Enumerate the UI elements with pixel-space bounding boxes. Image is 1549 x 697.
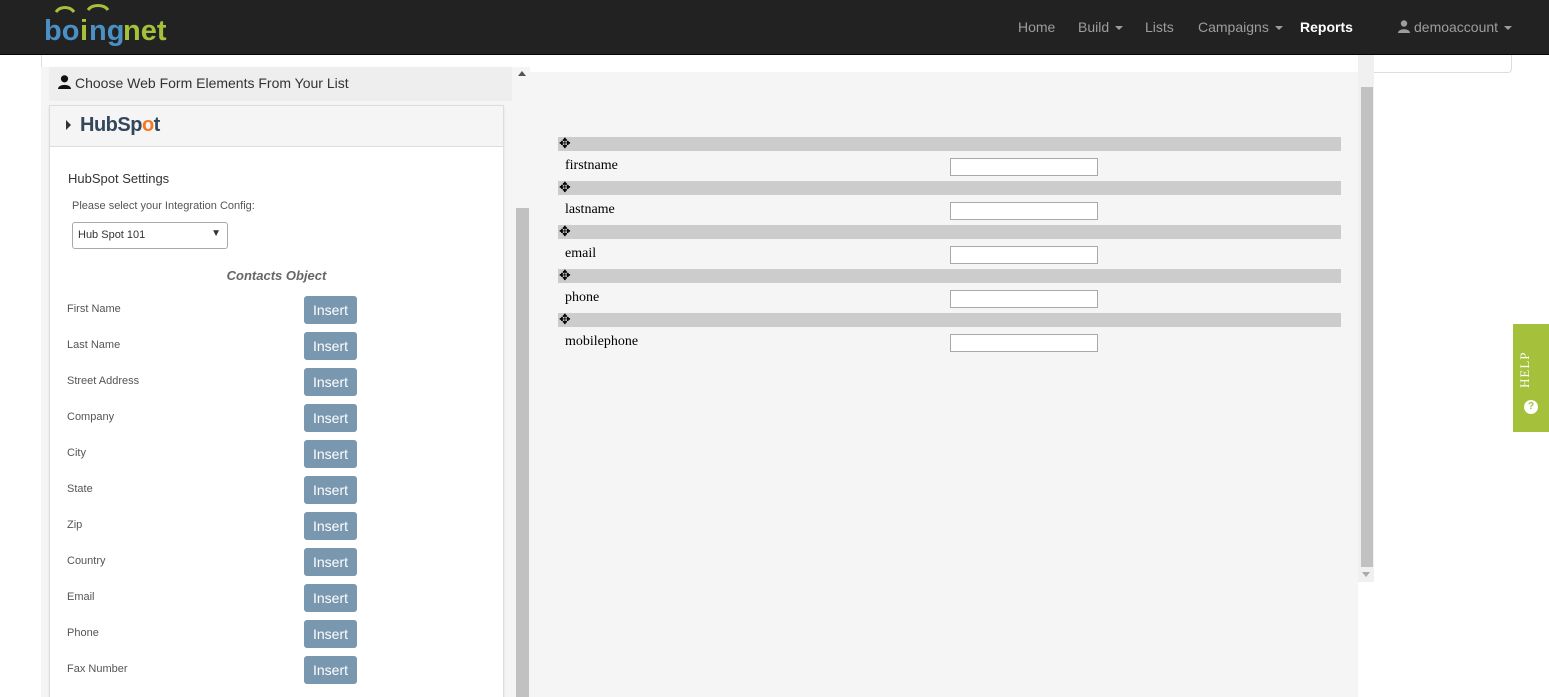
field-label: Country <box>67 555 106 567</box>
hubspot-accordion-header[interactable]: HubSpot <box>50 106 503 147</box>
field-label: Phone <box>67 627 99 639</box>
svg-text:bo: bo <box>44 15 79 47</box>
svg-text:net: net <box>123 15 167 47</box>
insert-zip-button[interactable]: Insert <box>304 512 357 540</box>
insert-phone-button[interactable]: Insert <box>304 620 357 648</box>
form-field-label: phone <box>565 290 600 305</box>
form-field-label: mobilephone <box>565 334 639 349</box>
dropdown-arrow-icon: ▼ <box>211 228 221 239</box>
drag-handle-bar[interactable]: ✥ <box>558 224 1341 239</box>
svg-text:i: i <box>80 15 88 47</box>
nav-lists[interactable]: Lists <box>1145 19 1174 35</box>
field-row: Company Insert <box>50 404 503 447</box>
field-label: Street Address <box>67 375 140 387</box>
question-icon: ? <box>1524 400 1538 414</box>
settings-title: HubSpot Settings <box>68 171 170 186</box>
field-row: Country Insert <box>50 548 503 591</box>
right-scrollbar-thumb[interactable] <box>1361 87 1373 567</box>
form-field-label: email <box>565 246 597 261</box>
drag-handle-bar[interactable]: ✥ <box>558 268 1341 283</box>
move-icon[interactable]: ✥ <box>559 136 571 150</box>
field-label: Email <box>67 591 95 603</box>
top-navbar: bo i ng net Home Build Lists Campaigns R… <box>0 0 1549 55</box>
field-row: Email Insert <box>50 584 503 627</box>
phone-input[interactable] <box>950 290 1098 308</box>
select-value: Hub Spot 101 <box>78 229 146 241</box>
field-row: Fax Number Insert <box>50 656 503 697</box>
panel-title: Choose Web Form Elements From Your List <box>75 75 349 91</box>
field-label: City <box>67 447 86 459</box>
nav-build[interactable]: Build <box>1078 19 1124 35</box>
email-input[interactable] <box>950 246 1098 264</box>
expand-triangle-icon[interactable] <box>66 120 71 130</box>
scroll-down-arrow-icon[interactable] <box>1362 572 1370 577</box>
caret-down-icon <box>1274 26 1283 31</box>
boingnet-logo[interactable]: bo i ng net <box>40 4 170 50</box>
scroll-up-arrow-icon[interactable] <box>518 71 526 76</box>
drag-handle-bar[interactable]: ✥ <box>558 136 1341 151</box>
field-row: Street Address Insert <box>50 368 503 411</box>
nav-reports[interactable]: Reports <box>1300 19 1353 35</box>
form-field-label: firstname <box>565 158 618 173</box>
hubspot-integration-box: HubSpot HubSpot Settings Please select y… <box>49 105 504 697</box>
field-label: Company <box>67 411 115 423</box>
drag-handle-bar[interactable]: ✥ <box>558 180 1341 195</box>
hubspot-logo: HubSpot <box>80 114 160 136</box>
config-label: Please select your Integration Config: <box>72 200 255 212</box>
integration-config-select[interactable]: Hub Spot 101 ▼ <box>72 222 228 249</box>
svg-text:ng: ng <box>89 15 124 47</box>
field-label: Zip <box>67 519 83 531</box>
insert-company-button[interactable]: Insert <box>304 404 357 432</box>
lastname-input[interactable] <box>950 202 1098 220</box>
left-scrollbar-thumb[interactable] <box>516 208 529 697</box>
field-label: Last Name <box>67 339 121 351</box>
field-label: First Name <box>67 303 121 315</box>
caret-down-icon <box>1504 26 1513 31</box>
field-row: First Name Insert <box>50 296 503 339</box>
object-title: Contacts Object <box>226 268 327 283</box>
insert-country-button[interactable]: Insert <box>304 548 357 576</box>
caret-down-icon <box>1115 26 1124 31</box>
move-icon[interactable]: ✥ <box>559 312 571 326</box>
field-label: Fax Number <box>67 663 128 675</box>
field-label: State <box>67 483 93 495</box>
field-row: Phone Insert <box>50 620 503 663</box>
insert-state-button[interactable]: Insert <box>304 476 357 504</box>
move-icon[interactable]: ✥ <box>559 268 571 282</box>
field-row: State Insert <box>50 476 503 519</box>
field-row: Last Name Insert <box>50 332 503 375</box>
insert-last-name-button[interactable]: Insert <box>304 332 357 360</box>
field-row: City Insert <box>50 440 503 483</box>
move-icon[interactable]: ✥ <box>559 180 571 194</box>
panel-header: Choose Web Form Elements From Your List <box>49 67 512 101</box>
form-preview-panel: ✥ firstname ✥ lastname ✥ email ✥ phone ✥… <box>530 72 1358 697</box>
user-icon <box>1398 20 1410 33</box>
nav-user-menu[interactable]: demoaccount <box>1398 19 1513 35</box>
insert-first-name-button[interactable]: Insert <box>304 296 357 324</box>
firstname-input[interactable] <box>950 158 1098 176</box>
insert-street-address-button[interactable]: Insert <box>304 368 357 396</box>
user-icon <box>58 75 71 89</box>
form-elements-panel: Choose Web Form Elements From Your List … <box>41 67 530 697</box>
move-icon[interactable]: ✥ <box>559 224 571 238</box>
help-tab[interactable]: HELP ? <box>1513 324 1549 432</box>
insert-email-button[interactable]: Insert <box>304 584 357 612</box>
form-field-label: lastname <box>565 202 615 217</box>
insert-city-button[interactable]: Insert <box>304 440 357 468</box>
nav-home[interactable]: Home <box>1018 19 1055 35</box>
help-label: HELP <box>1517 351 1532 389</box>
nav-campaigns[interactable]: Campaigns <box>1198 19 1283 35</box>
field-row: Zip Insert <box>50 512 503 555</box>
drag-handle-bar[interactable]: ✥ <box>558 312 1341 327</box>
insert-fax-number-button[interactable]: Insert <box>304 656 357 684</box>
mobilephone-input[interactable] <box>950 334 1098 352</box>
